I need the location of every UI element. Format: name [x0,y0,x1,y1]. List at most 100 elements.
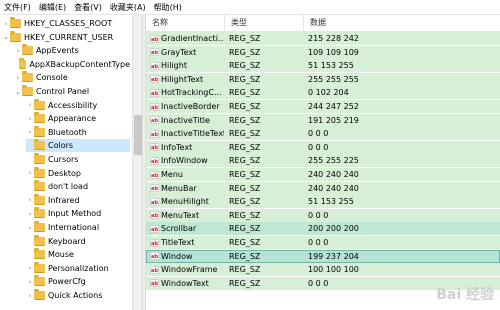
value-type: REG_SZ [229,74,261,84]
value-row[interactable]: ab Hilight REG_SZ 51 153 255 [146,59,500,73]
tree-item[interactable]: ⌄ Control Panel [14,85,130,98]
tree-item[interactable]: › Quick Actions [26,289,130,302]
tree-item[interactable]: › Bluetooth [26,125,130,139]
value-type: REG_SZ [229,34,261,43]
value-name: InactiveBorder [161,102,220,111]
tree-item[interactable]: › PowerCfg [26,275,130,288]
tree-item[interactable]: AppXBackupContentType [14,57,130,71]
value-data: 244 247 252 [308,102,359,111]
value-type: REG_SZ [229,170,261,179]
header-name[interactable]: 名称 [146,15,225,31]
string-value-icon: ab [150,184,159,193]
tree-item-label: Mouse [48,250,74,260]
value-type: REG_SZ [229,88,261,98]
value-row[interactable]: ab InactiveTitleText REG_SZ 0 0 0 [146,127,500,141]
value-row[interactable]: ab WindowFrame REG_SZ 100 100 100 [146,263,500,277]
header-type[interactable]: 类型 [225,15,304,31]
value-name: Hilight [161,61,187,71]
tree-item[interactable]: ⌄ HKEY_CURRENT_USER [2,30,130,44]
value-row[interactable]: ab InfoWindow REG_SZ 255 255 225 [146,154,500,168]
value-type: REG_SZ [229,278,261,288]
value-data: 0 0 0 [308,238,329,247]
value-type: REG_SZ [229,102,261,111]
tree-item-label: Accessibility [48,100,98,110]
value-row[interactable]: ab TitleText REG_SZ 0 0 0 [146,236,500,249]
value-row[interactable]: ab InactiveTitle REG_SZ 191 205 219 [146,113,500,127]
expand-arrow-icon[interactable]: › [26,169,34,177]
value-row[interactable]: ab HotTrackingC... REG_SZ 0 102 204 [146,86,500,100]
expand-arrow-icon[interactable]: › [14,74,22,82]
value-type: REG_SZ [229,142,261,152]
value-row[interactable]: ab MenuBar REG_SZ 240 240 240 [146,181,500,195]
menu-item[interactable]: 编辑(E) [35,2,70,13]
tree-item[interactable]: › Appearance [26,112,130,125]
tree-item[interactable]: › AppEvents [14,44,130,57]
list-header: 名称 类型 数据 [146,15,500,32]
value-name-cell: ab InfoText [150,141,224,154]
folder-icon [34,221,45,232]
value-name: InactiveTitleText [161,129,224,139]
tree-item[interactable]: › Infrared [26,193,130,207]
expand-arrow-icon[interactable]: › [14,47,22,55]
value-name-cell: ab InactiveTitle [150,114,224,127]
expand-arrow-icon[interactable]: › [26,224,34,232]
value-row[interactable]: ab MenuText REG_SZ 0 0 0 [146,208,500,222]
tree-item[interactable]: don't load [26,180,130,193]
menu-item[interactable]: 文件(F) [0,2,35,13]
tree-item[interactable]: › HKEY_CLASSES_ROOT [2,17,130,30]
value-type: REG_SZ [229,197,261,207]
tree-item[interactable]: Colors [26,139,130,153]
tree-item[interactable]: › Console [14,71,130,84]
value-row[interactable]: ab InactiveBorder REG_SZ 244 247 252 [146,100,500,113]
tree-item[interactable]: › International [26,221,130,234]
folder-icon [34,180,45,192]
tree-scrollbar-thumb[interactable] [134,115,142,155]
expand-arrow-icon[interactable]: › [26,278,34,286]
value-row[interactable]: ab Scrollbar REG_SZ 200 200 200 [146,222,500,236]
tree-item[interactable]: › Desktop [26,166,130,180]
registry-tree[interactable]: › HKEY_CLASSES_ROOT ⌄ HKEY_CURRENT_USER › App… [0,15,142,310]
value-row[interactable]: ab MenuHilight REG_SZ 51 153 255 [146,195,500,209]
values-list[interactable]: 名称 类型 数据 ab GradientInacti... REG_SZ 215 22… [146,15,500,310]
tree-item[interactable]: › Accessibility [26,98,130,112]
expand-arrow-icon[interactable]: › [26,101,34,109]
expand-arrow-icon[interactable]: › [26,196,34,204]
expand-arrow-icon[interactable]: › [26,292,34,300]
value-name-cell: ab HotTrackingC... [150,86,224,99]
string-value-icon: ab [150,61,159,70]
tree-item[interactable]: Mouse [26,248,130,261]
value-name: InfoWindow [161,156,208,166]
expand-arrow-icon[interactable]: › [26,128,34,136]
expand-arrow-icon[interactable]: › [26,115,34,123]
expand-arrow-icon[interactable]: › [26,264,34,272]
menu-item[interactable]: 查看(V) [70,2,106,13]
expand-arrow-icon[interactable]: ⌄ [14,88,22,96]
value-data: 240 240 240 [308,170,359,179]
value-row[interactable]: ab InfoText REG_SZ 0 0 0 [146,140,500,154]
watermark: Bai 经验 [436,287,494,303]
value-name-cell: ab InactiveTitleText [150,127,224,140]
expand-arrow-icon[interactable]: ⌄ [2,33,10,41]
value-name-cell: ab InactiveBorder [150,100,224,113]
menu-item[interactable]: 收藏夹(A) [106,2,150,13]
value-row[interactable]: ab GradientInacti... REG_SZ 215 228 242 [146,32,500,45]
header-data[interactable]: 数据 [304,15,500,31]
tree-item-label: Personalization [48,263,109,273]
folder-icon [34,275,45,287]
value-data: 109 109 109 [308,47,359,57]
tree-item[interactable]: Cursors [26,153,130,166]
tree-item-label: Infrared [48,195,80,205]
tree-item[interactable]: Keyboard [26,234,130,248]
value-row[interactable]: ab Window REG_SZ 199 237 204 [146,249,500,263]
value-row[interactable]: ab Menu REG_SZ 240 240 240 [146,168,500,181]
menu-item[interactable]: 帮助(H) [150,2,186,13]
expand-arrow-icon[interactable]: › [2,20,10,28]
tree-item[interactable]: › Personalization [26,261,130,275]
value-row[interactable]: ab HilightText REG_SZ 255 255 255 [146,72,500,86]
tree-item[interactable]: › Input Method [26,207,130,220]
folder-icon [34,125,45,137]
expand-arrow-icon[interactable]: › [26,210,34,218]
value-row[interactable]: ab GrayText REG_SZ 109 109 109 [146,45,500,59]
string-value-icon: ab [150,197,159,206]
value-type: REG_SZ [229,115,261,125]
